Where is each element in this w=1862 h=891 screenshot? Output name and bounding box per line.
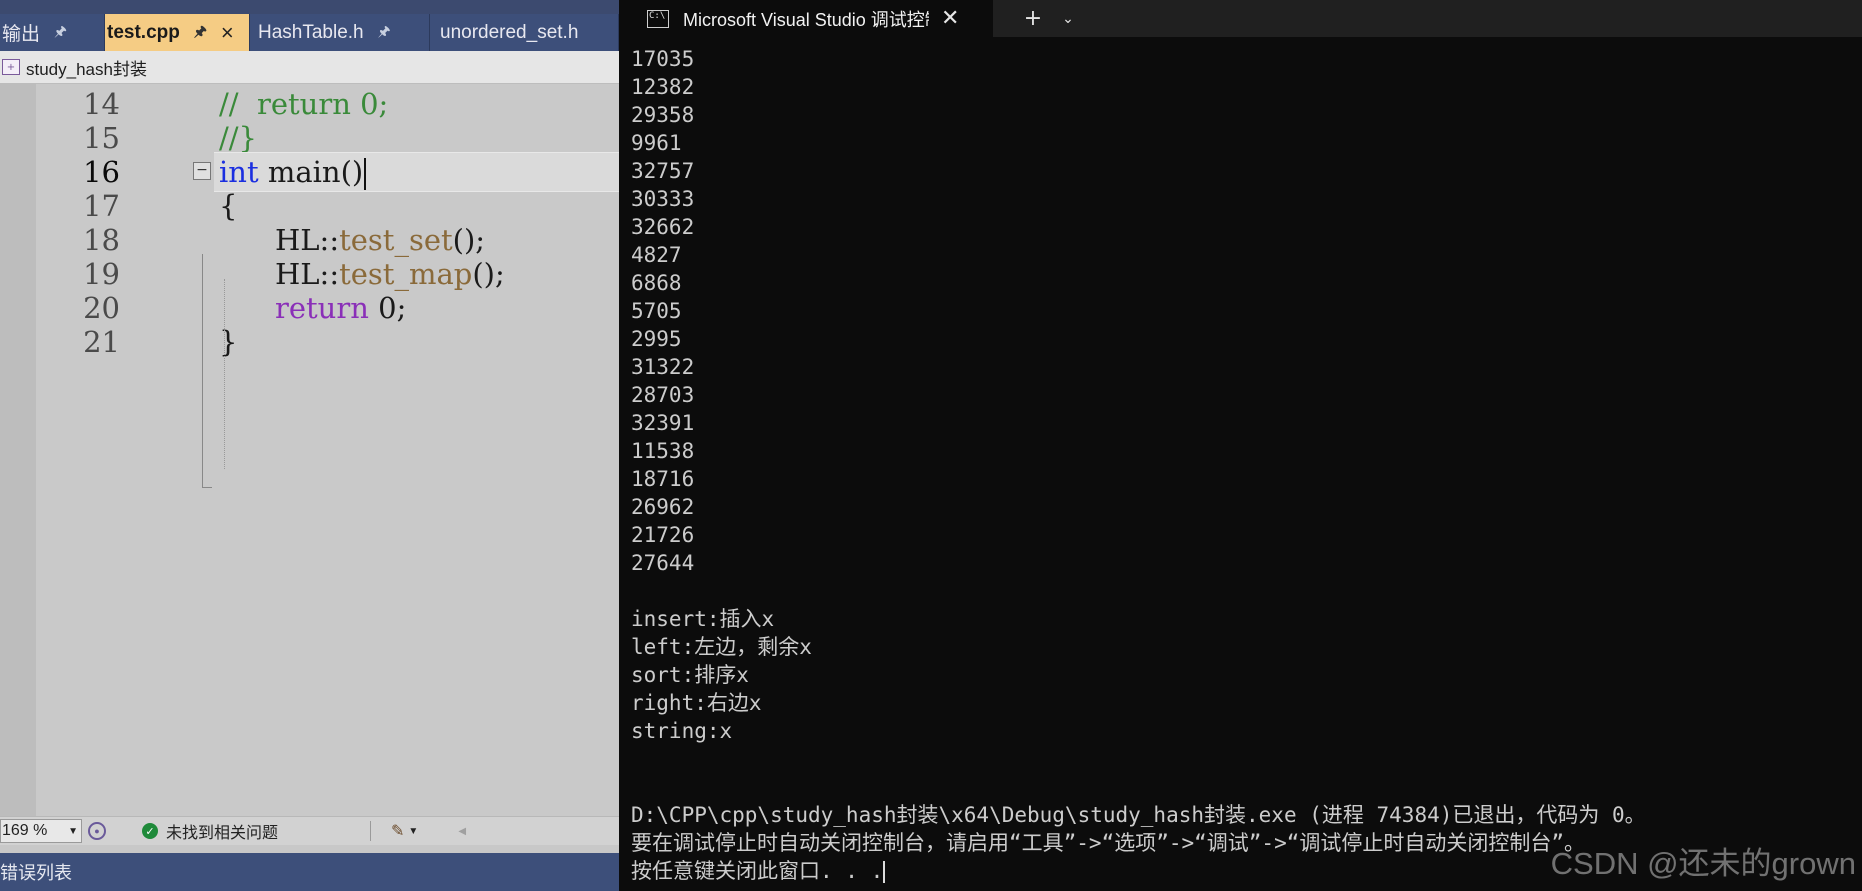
close-icon[interactable]: × [221,20,234,46]
console-number-line: 18716 [631,467,695,491]
collapse-icon[interactable]: − [193,162,211,180]
chevron-down-icon[interactable]: ⌄ [1055,0,1081,37]
indent-guide [224,279,225,469]
function-name: test_map [339,257,473,291]
namespace: HL:: [275,223,340,257]
map-output-list: insert:插入x left:左边，剩余x sort:排序x right:右边x st… [631,605,1862,745]
tab-unordered-label: unordered_set.h [440,21,579,43]
tab-hashtable-h[interactable]: HashTable.h 🖈 [250,14,430,51]
issues-status[interactable]: 未找到相关问题 [166,819,278,843]
console-cursor [883,861,886,883]
editor-status-bar: 169 % ▼ ● ✓ 未找到相关问题 ✎ ▼ ◀ [0,816,619,845]
project-icon: + [2,59,20,75]
debug-console-window: C:\ Microsoft Visual Studio 调试控制台 ✕ + ⌄ … [619,0,1862,891]
console-number-line: 32391 [631,411,695,435]
editor-gutter [0,84,36,816]
close-brace: } [219,325,238,359]
console-number-line: 29358 [631,103,695,127]
console-number-line: 11538 [631,439,695,463]
return-value: 0; [368,291,407,325]
intellicode-icon[interactable]: ● [88,822,106,840]
code-line: 21 } [36,322,619,362]
error-list-label: 错误列表 [0,863,72,883]
pin-icon[interactable]: 🖈 [194,21,207,45]
console-number-line: 28703 [631,383,695,407]
zoom-value: 169 % [2,822,48,839]
console-number-line: 26962 [631,495,695,519]
keyword-return: return [275,291,369,325]
terminal-tab[interactable]: C:\ Microsoft Visual Studio 调试控制台 ✕ [619,0,993,37]
main-function: main() [258,155,364,189]
cmd-icon: C:\ [647,9,669,28]
namespace: HL:: [275,257,340,291]
console-number-line: 17035 [631,47,695,71]
new-tab-button[interactable]: + [1017,0,1049,37]
console-map-line: string:x [631,719,733,743]
console-number-line: 32662 [631,215,695,239]
code-editor[interactable]: 14 // return 0; 15 //} 16 − int main() 1… [36,84,619,816]
console-number-line: 32757 [631,159,695,183]
fold-guide-line [202,254,203,488]
console-number-line: 6868 [631,271,682,295]
console-number-line: 21726 [631,523,695,547]
code-cleanup-icon[interactable]: ✎ [391,821,404,841]
tab-output[interactable]: 输出 🖈 [0,14,105,51]
console-map-line: sort:排序x [631,663,749,687]
scroll-left-icon[interactable]: ◀ [458,826,466,837]
console-number-line: 31322 [631,355,695,379]
console-map-line: insert:插入x [631,607,775,631]
tab-output-label: 输出 [2,24,41,45]
console-output[interactable]: 17035 12382 29358 9961 32757 30333 32662 4827 68… [631,45,1862,885]
console-number-line: 30333 [631,187,695,211]
tab-test-cpp-label: test.cpp [107,21,180,43]
editor-tab-bar: 输出 🖈 test.cpp 🖈 × HashTable.h 🖈 unordere… [0,14,619,51]
console-map-line: left:左边，剩余x [631,635,812,659]
fold-guide-end [202,487,212,488]
console-map-line: right:右边x [631,691,762,715]
vs-top-strip [0,0,619,14]
console-number-line: 2995 [631,327,682,351]
console-number-line: 9961 [631,131,682,155]
console-number-line: 4827 [631,243,682,267]
close-icon[interactable]: ✕ [941,6,959,31]
csdn-watermark: CSDN @还未的grown [1550,846,1856,881]
call-tail: (); [472,257,505,291]
pin-icon[interactable]: 🖈 [378,21,391,45]
pin-icon[interactable]: 🖈 [54,21,67,45]
function-name: test_set [339,223,453,257]
line-number: 21 [83,325,120,359]
divider [370,821,372,841]
zoom-dropdown[interactable]: 169 % ▼ [0,819,82,843]
keyword-int: int [219,155,259,189]
exit-message: D:\CPP\cpp\study_hash封装\x64\Debug\study_… [631,803,1646,827]
console-number-line: 27644 [631,551,695,575]
visual-studio-window: 输出 🖈 test.cpp 🖈 × HashTable.h 🖈 unordere… [0,0,619,891]
number-output-list: 17035 12382 29358 9961 32757 30333 32662 4827 68… [631,45,1862,577]
tab-test-cpp[interactable]: test.cpp 🖈 × [105,14,250,51]
chevron-down-icon: ▼ [68,825,78,837]
terminal-tab-title: Microsoft Visual Studio 调试控制台 [683,9,929,30]
tab-hashtable-label: HashTable.h [258,21,364,43]
call-tail: (); [452,223,486,257]
error-list-panel-tab[interactable]: 错误列表 [0,845,619,891]
terminal-tab-bar: C:\ Microsoft Visual Studio 调试控制台 ✕ + ⌄ [619,0,1862,37]
check-circle-icon: ✓ [142,823,158,839]
project-dropdown[interactable]: study_hash封装 [26,55,147,80]
navigation-bar: + study_hash封装 [0,51,619,84]
console-number-line: 5705 [631,299,682,323]
console-number-line: 12382 [631,75,695,99]
press-key-text: 按任意键关闭此窗口. . . [631,859,884,883]
tab-unordered-set-h[interactable]: unordered_set.h [430,14,619,51]
chevron-down-icon[interactable]: ▼ [408,826,418,837]
